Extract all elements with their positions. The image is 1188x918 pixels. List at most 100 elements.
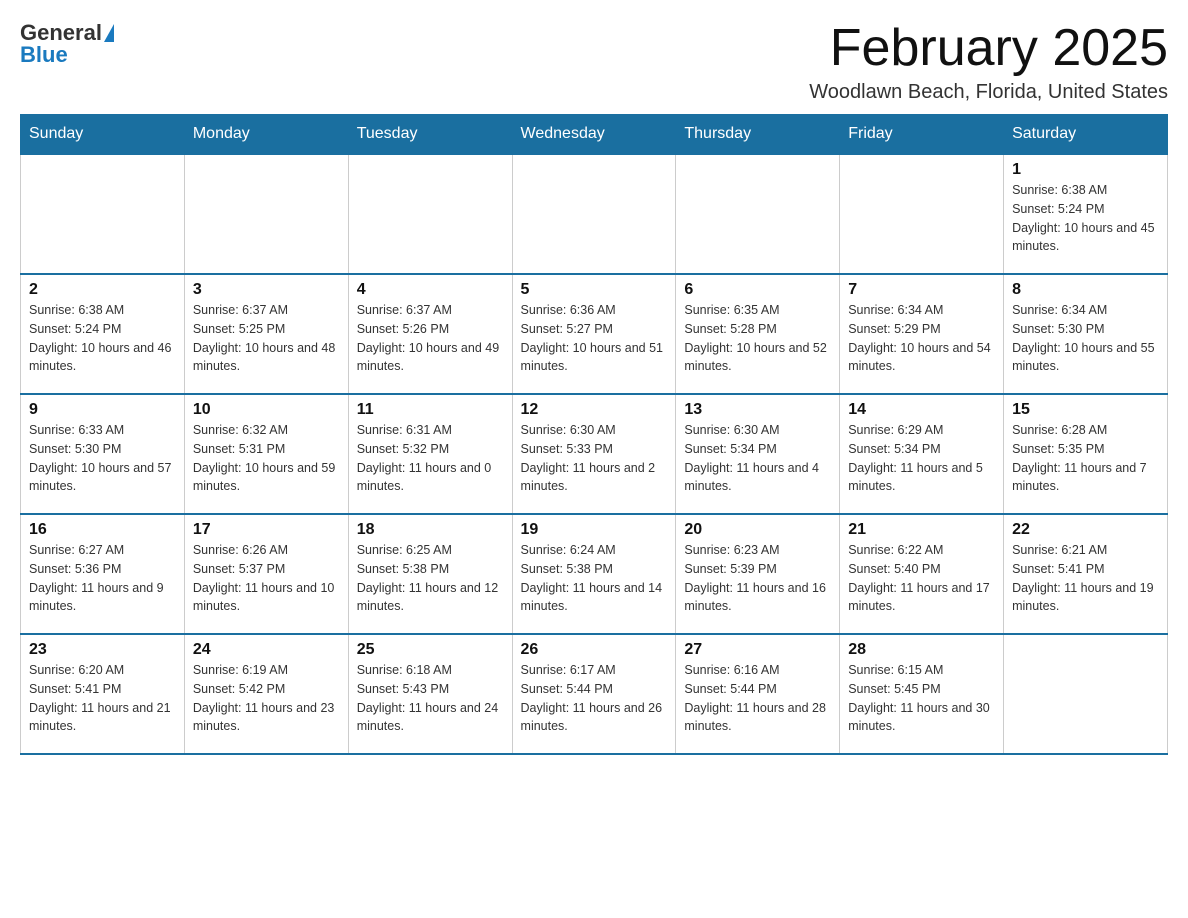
calendar-cell: 23 Sunrise: 6:20 AMSunset: 5:41 PMDayligh… [21, 634, 185, 754]
calendar-cell: 21Sunrise: 6:22 AMSunset: 5:40 PMDayligh… [840, 514, 1004, 634]
calendar-cell: 8 Sunrise: 6:34 AMSunset: 5:30 PMDaylight… [1004, 274, 1168, 394]
calendar-cell [840, 154, 1004, 274]
day-info: Sunrise: 6:19 AMSunset: 5:42 PMDaylight:… [193, 661, 340, 736]
calendar-cell: 3 Sunrise: 6:37 AMSunset: 5:25 PMDaylight… [184, 274, 348, 394]
calendar-cell: 11 Sunrise: 6:31 AMSunset: 5:32 PMDayligh… [348, 394, 512, 514]
title-block: February 2025 Woodlawn Beach, Florida, U… [809, 20, 1168, 104]
calendar-cell: 28 Sunrise: 6:15 AMSunset: 5:45 PMDayligh… [840, 634, 1004, 754]
day-info: Sunrise: 6:30 AMSunset: 5:34 PMDaylight:… [684, 421, 831, 496]
week-row-4: 16 Sunrise: 6:27 AMSunset: 5:36 PMDayligh… [21, 514, 1168, 634]
day-number: 28 [848, 641, 995, 659]
calendar-header-thursday: Thursday [676, 115, 840, 155]
day-number: 18 [357, 521, 504, 539]
day-number: 24 [193, 641, 340, 659]
day-number: 12 [521, 401, 668, 419]
day-info: Sunrise: 6:34 AMSunset: 5:30 PMDaylight:… [1012, 301, 1159, 376]
day-info: Sunrise: 6:33 AMSunset: 5:30 PMDaylight:… [29, 421, 176, 496]
day-number: 16 [29, 521, 176, 539]
calendar-cell: 1Sunrise: 6:38 AMSunset: 5:24 PMDaylight… [1004, 154, 1168, 274]
day-number: 14 [848, 401, 995, 419]
day-number: 23 [29, 641, 176, 659]
calendar-cell [676, 154, 840, 274]
calendar-cell: 15 Sunrise: 6:28 AMSunset: 5:35 PMDayligh… [1004, 394, 1168, 514]
calendar-cell: 9 Sunrise: 6:33 AMSunset: 5:30 PMDaylight… [21, 394, 185, 514]
calendar-header-saturday: Saturday [1004, 115, 1168, 155]
calendar-cell: 4 Sunrise: 6:37 AMSunset: 5:26 PMDaylight… [348, 274, 512, 394]
day-number: 25 [357, 641, 504, 659]
week-row-5: 23 Sunrise: 6:20 AMSunset: 5:41 PMDayligh… [21, 634, 1168, 754]
day-info: Sunrise: 6:38 AMSunset: 5:24 PMDaylight:… [29, 301, 176, 376]
calendar-cell: 14 Sunrise: 6:29 AMSunset: 5:34 PMDayligh… [840, 394, 1004, 514]
calendar-cell: 27 Sunrise: 6:16 AMSunset: 5:44 PMDayligh… [676, 634, 840, 754]
calendar-cell: 5Sunrise: 6:36 AMSunset: 5:27 PMDaylight… [512, 274, 676, 394]
day-number: 19 [521, 521, 668, 539]
day-number: 15 [1012, 401, 1159, 419]
calendar-cell: 26 Sunrise: 6:17 AMSunset: 5:44 PMDayligh… [512, 634, 676, 754]
day-number: 11 [357, 401, 504, 419]
day-number: 4 [357, 281, 504, 299]
day-number: 20 [684, 521, 831, 539]
day-info: Sunrise: 6:24 AMSunset: 5:38 PMDaylight:… [521, 541, 668, 616]
day-number: 7 [848, 281, 995, 299]
day-info: Sunrise: 6:34 AMSunset: 5:29 PMDaylight:… [848, 301, 995, 376]
day-info: Sunrise: 6:27 AMSunset: 5:36 PMDaylight:… [29, 541, 176, 616]
day-info: Sunrise: 6:38 AMSunset: 5:24 PMDaylight:… [1012, 181, 1159, 256]
day-info: Sunrise: 6:36 AMSunset: 5:27 PMDaylight:… [521, 301, 668, 376]
calendar-cell: 20 Sunrise: 6:23 AMSunset: 5:39 PMDayligh… [676, 514, 840, 634]
calendar-header-wednesday: Wednesday [512, 115, 676, 155]
calendar-cell: 18 Sunrise: 6:25 AMSunset: 5:38 PMDayligh… [348, 514, 512, 634]
calendar-cell [348, 154, 512, 274]
calendar-header-tuesday: Tuesday [348, 115, 512, 155]
day-number: 3 [193, 281, 340, 299]
month-title: February 2025 [809, 20, 1168, 77]
calendar-cell: 24 Sunrise: 6:19 AMSunset: 5:42 PMDayligh… [184, 634, 348, 754]
calendar-cell: 10 Sunrise: 6:32 AMSunset: 5:31 PMDayligh… [184, 394, 348, 514]
calendar-cell: 17Sunrise: 6:26 AMSunset: 5:37 PMDayligh… [184, 514, 348, 634]
calendar-cell [184, 154, 348, 274]
calendar-cell: 19 Sunrise: 6:24 AMSunset: 5:38 PMDayligh… [512, 514, 676, 634]
day-info: Sunrise: 6:16 AMSunset: 5:44 PMDaylight:… [684, 661, 831, 736]
calendar-cell: 6 Sunrise: 6:35 AMSunset: 5:28 PMDaylight… [676, 274, 840, 394]
calendar-cell [1004, 634, 1168, 754]
day-number: 9 [29, 401, 176, 419]
logo-triangle-icon [104, 24, 114, 42]
day-info: Sunrise: 6:17 AMSunset: 5:44 PMDaylight:… [521, 661, 668, 736]
day-info: Sunrise: 6:30 AMSunset: 5:33 PMDaylight:… [521, 421, 668, 496]
day-number: 6 [684, 281, 831, 299]
logo: General Blue [20, 20, 116, 68]
calendar-header-row: SundayMondayTuesdayWednesdayThursdayFrid… [21, 115, 1168, 155]
day-info: Sunrise: 6:29 AMSunset: 5:34 PMDaylight:… [848, 421, 995, 496]
week-row-1: 1Sunrise: 6:38 AMSunset: 5:24 PMDaylight… [21, 154, 1168, 274]
calendar-header-friday: Friday [840, 115, 1004, 155]
day-info: Sunrise: 6:20 AMSunset: 5:41 PMDaylight:… [29, 661, 176, 736]
day-info: Sunrise: 6:26 AMSunset: 5:37 PMDaylight:… [193, 541, 340, 616]
day-info: Sunrise: 6:35 AMSunset: 5:28 PMDaylight:… [684, 301, 831, 376]
day-number: 13 [684, 401, 831, 419]
day-info: Sunrise: 6:25 AMSunset: 5:38 PMDaylight:… [357, 541, 504, 616]
day-info: Sunrise: 6:37 AMSunset: 5:25 PMDaylight:… [193, 301, 340, 376]
calendar-cell [512, 154, 676, 274]
day-info: Sunrise: 6:32 AMSunset: 5:31 PMDaylight:… [193, 421, 340, 496]
day-number: 8 [1012, 281, 1159, 299]
day-info: Sunrise: 6:15 AMSunset: 5:45 PMDaylight:… [848, 661, 995, 736]
day-number: 10 [193, 401, 340, 419]
day-info: Sunrise: 6:18 AMSunset: 5:43 PMDaylight:… [357, 661, 504, 736]
day-info: Sunrise: 6:28 AMSunset: 5:35 PMDaylight:… [1012, 421, 1159, 496]
calendar-cell: 16 Sunrise: 6:27 AMSunset: 5:36 PMDayligh… [21, 514, 185, 634]
calendar-header-sunday: Sunday [21, 115, 185, 155]
calendar-cell: 2 Sunrise: 6:38 AMSunset: 5:24 PMDaylight… [21, 274, 185, 394]
day-number: 26 [521, 641, 668, 659]
calendar-cell [21, 154, 185, 274]
day-number: 27 [684, 641, 831, 659]
day-info: Sunrise: 6:37 AMSunset: 5:26 PMDaylight:… [357, 301, 504, 376]
calendar-table: SundayMondayTuesdayWednesdayThursdayFrid… [20, 114, 1168, 755]
day-number: 2 [29, 281, 176, 299]
week-row-3: 9 Sunrise: 6:33 AMSunset: 5:30 PMDaylight… [21, 394, 1168, 514]
week-row-2: 2 Sunrise: 6:38 AMSunset: 5:24 PMDaylight… [21, 274, 1168, 394]
calendar-header-monday: Monday [184, 115, 348, 155]
day-number: 22 [1012, 521, 1159, 539]
calendar-cell: 12 Sunrise: 6:30 AMSunset: 5:33 PMDayligh… [512, 394, 676, 514]
day-info: Sunrise: 6:31 AMSunset: 5:32 PMDaylight:… [357, 421, 504, 496]
day-info: Sunrise: 6:23 AMSunset: 5:39 PMDaylight:… [684, 541, 831, 616]
logo-blue-text: Blue [20, 42, 68, 68]
